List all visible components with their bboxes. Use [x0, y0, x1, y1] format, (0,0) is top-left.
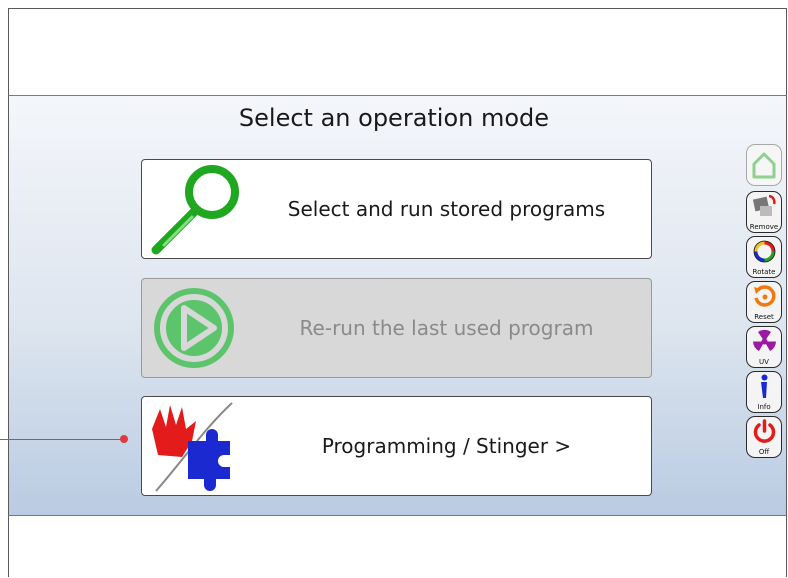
sidebar-item-label: Reset: [754, 313, 774, 321]
programming-stinger-button[interactable]: Programming / Stinger >: [141, 396, 652, 496]
rotate-icon: [753, 240, 776, 263]
page-title: Select an operation mode: [238, 104, 550, 132]
uv-button[interactable]: UV: [746, 326, 782, 368]
reset-button[interactable]: Reset: [746, 281, 782, 323]
sidebar-item-label: Remove: [749, 223, 779, 231]
off-button[interactable]: Off: [746, 416, 782, 458]
radiation-icon: [753, 329, 776, 351]
select-stored-programs-button[interactable]: Select and run stored programs: [141, 159, 652, 259]
remove-icon: [752, 194, 776, 216]
info-button[interactable]: Info: [746, 371, 782, 413]
hand-puzzle-icon: [152, 402, 233, 492]
magnifier-icon: [151, 165, 239, 255]
reset-icon: [754, 285, 776, 307]
home-button[interactable]: [746, 144, 782, 186]
sidebar-item-label: Rotate: [752, 268, 776, 276]
sidebar-item-label: Off: [758, 448, 770, 456]
play-icon: [154, 288, 234, 368]
pointer-line: [0, 439, 124, 440]
home-icon: [752, 152, 776, 179]
info-icon: [761, 374, 768, 398]
rerun-last-program-button[interactable]: Re-run the last used program: [141, 278, 652, 378]
sidebar-item-label: UV: [759, 358, 769, 366]
rotate-button[interactable]: Rotate: [746, 236, 782, 278]
mode-label: Programming / Stinger >: [321, 434, 572, 458]
power-icon: [753, 419, 776, 443]
sidebar-item-label: Info: [757, 403, 771, 411]
mode-label: Re-run the last used program: [299, 316, 594, 340]
mode-label: Select and run stored programs: [287, 197, 606, 221]
remove-button[interactable]: Remove: [746, 191, 782, 233]
pointer-dot: [120, 435, 128, 443]
